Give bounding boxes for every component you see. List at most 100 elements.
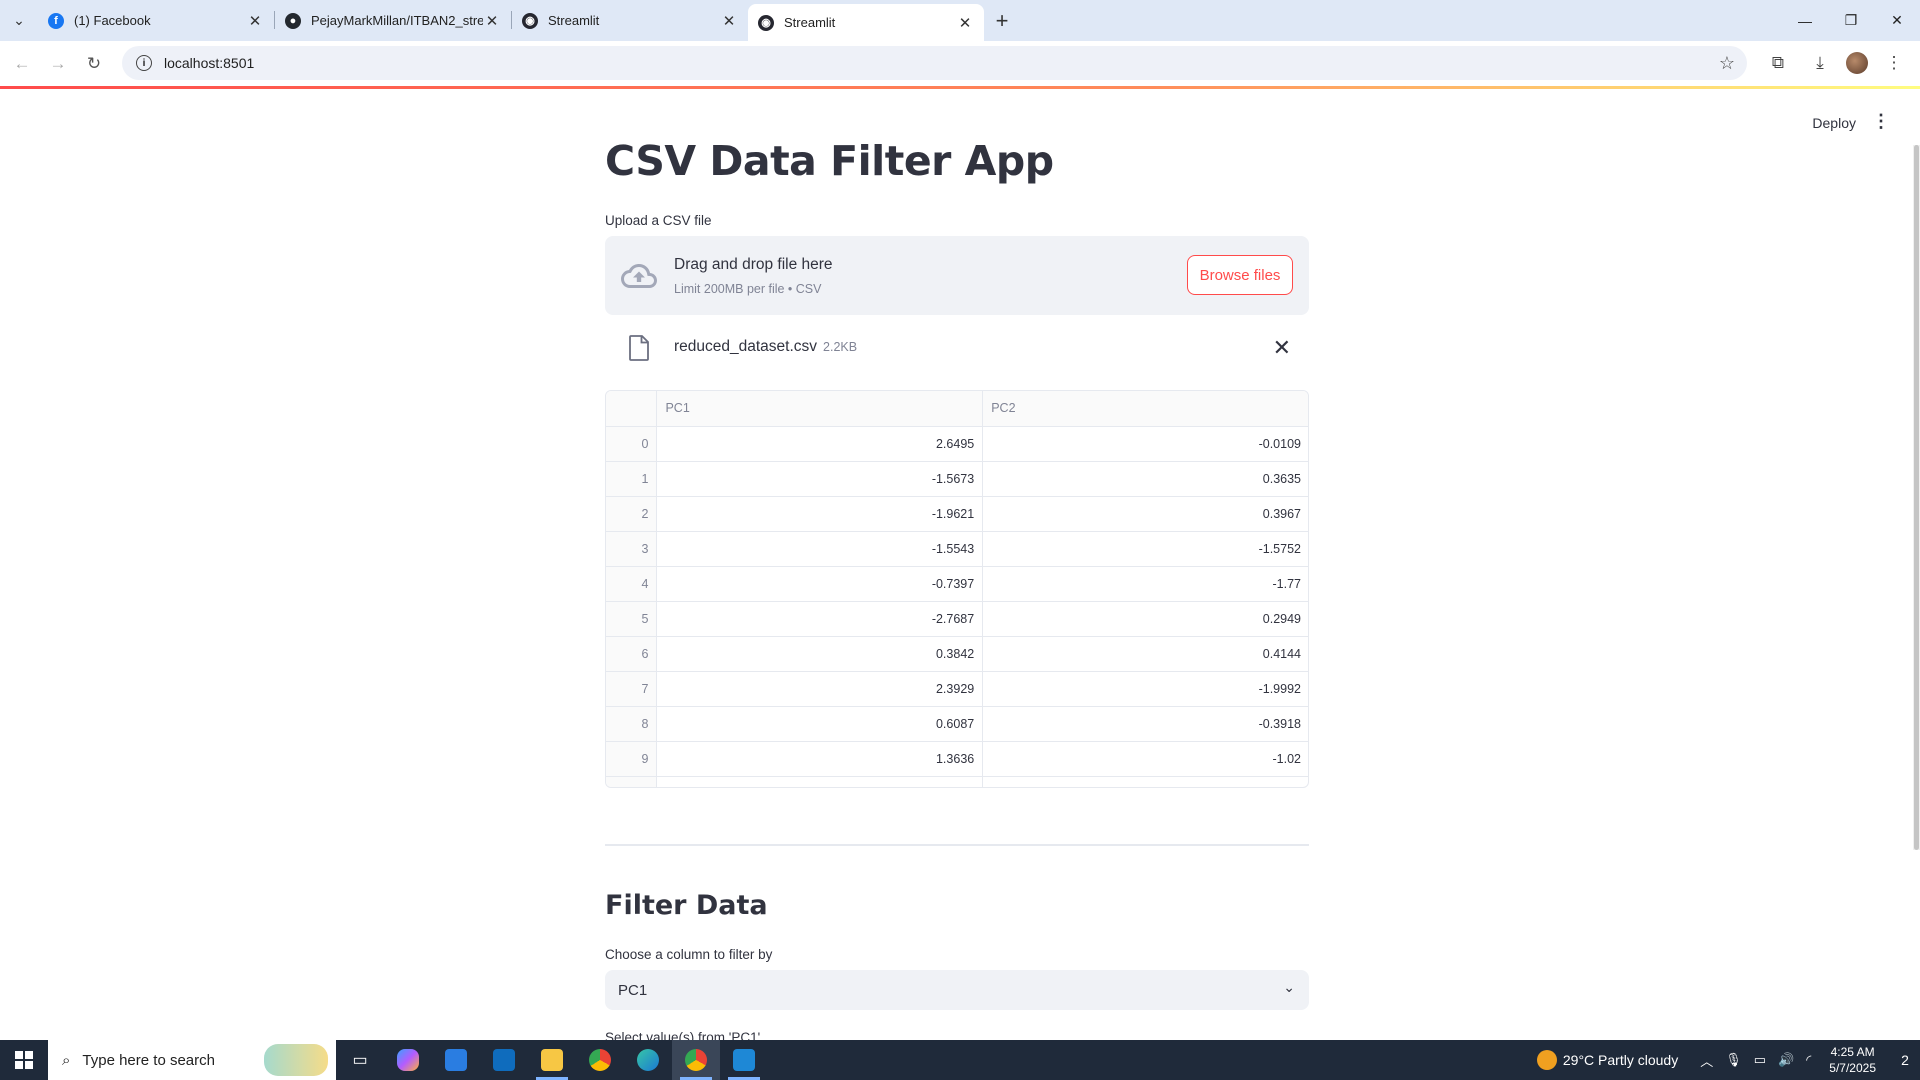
uploaded-file-row: reduced_dataset.csv 2.2KB ✕: [605, 323, 1309, 373]
cell-pc2[interactable]: -1.02: [982, 741, 1308, 777]
cell-pc2[interactable]: -0.0109: [982, 426, 1308, 462]
bookmark-star-icon[interactable]: ☆: [1719, 53, 1735, 74]
remove-file-icon[interactable]: ✕: [1273, 335, 1291, 361]
main-content: CSV Data Filter App Upload a CSV file Dr…: [605, 89, 1309, 1045]
table-row-partial: [606, 776, 1308, 787]
site-info-icon[interactable]: i: [136, 55, 152, 71]
edge-icon[interactable]: [624, 1040, 672, 1080]
streamlit-icon: ◉: [758, 14, 774, 31]
notification-center-icon[interactable]: 2: [1890, 1040, 1920, 1080]
cell-pc1[interactable]: -0.7397: [656, 566, 984, 602]
tab-title: (1) Facebook: [74, 13, 151, 28]
cell-pc2[interactable]: 0.3635: [982, 461, 1308, 497]
chevron-up-icon[interactable]: ︿: [1700, 1051, 1713, 1070]
cell-pc1[interactable]: [656, 776, 984, 787]
extensions-puzzle-icon[interactable]: ⧉: [1762, 45, 1794, 81]
battery-icon[interactable]: ▭: [1754, 1052, 1766, 1068]
task-view-icon[interactable]: ▭: [336, 1040, 384, 1080]
cell-pc2[interactable]: 0.3967: [982, 496, 1308, 532]
close-window-icon[interactable]: ✕: [1874, 0, 1920, 41]
forward-arrow-icon[interactable]: →: [40, 46, 76, 82]
download-icon[interactable]: ⤓: [1804, 45, 1836, 81]
column-select[interactable]: PC1 ⌄: [605, 970, 1309, 1010]
back-arrow-icon[interactable]: ←: [4, 46, 40, 82]
microphone-icon[interactable]: 🎙: [1725, 1052, 1742, 1068]
cell-pc1[interactable]: 0.3842: [656, 636, 984, 672]
cell-pc1[interactable]: -1.5543: [656, 531, 984, 567]
copilot-icon[interactable]: [384, 1040, 432, 1080]
cell-pc1[interactable]: 2.6495: [656, 426, 984, 462]
weather-widget[interactable]: 29°C Partly cloudy: [1536, 1050, 1678, 1070]
taskbar-clock[interactable]: 4:25 AM 5/7/2025: [1829, 1044, 1876, 1076]
close-tab-icon[interactable]: ✕: [483, 12, 501, 30]
tab-search-chevron-icon[interactable]: ⌄: [0, 0, 38, 41]
close-tab-icon[interactable]: ✕: [956, 14, 974, 32]
file-dropzone[interactable]: Drag and drop file here Limit 200MB per …: [605, 236, 1309, 315]
main-menu-icon[interactable]: ⋮: [1872, 111, 1890, 132]
profile-avatar[interactable]: [1846, 52, 1868, 74]
browser-tab-facebook[interactable]: f (1) Facebook ✕: [38, 4, 274, 37]
data-table: PC1 PC2 0 2.6495 -0.0109 1 -1.5673 0.3635 2-…: [606, 391, 1308, 787]
volume-icon[interactable]: 🔊: [1778, 1052, 1794, 1068]
table-row: 1 -1.5673 0.3635: [606, 461, 1308, 497]
row-index: 3: [606, 531, 658, 567]
github-icon: ●: [285, 12, 301, 29]
browse-files-button[interactable]: Browse files: [1187, 255, 1293, 295]
cell-pc2[interactable]: -1.77: [982, 566, 1308, 602]
browser-toolbar: ← → ↻ i localhost:8501 ☆ ⧉ ⤓ ⋮: [0, 41, 1920, 86]
wifi-icon[interactable]: ◜: [1806, 1052, 1811, 1068]
cell-pc2[interactable]: -1.5752: [982, 531, 1308, 567]
scrollbar-thumb[interactable]: [1914, 145, 1919, 850]
row-index: 7: [606, 671, 658, 707]
browser-tab-github[interactable]: ● PejayMarkMillan/ITBAN2_strea ✕: [275, 4, 511, 37]
row-index: 0: [606, 426, 658, 462]
chrome-profile-icon[interactable]: [672, 1040, 720, 1080]
file-explorer-icon[interactable]: [528, 1040, 576, 1080]
table-row: 6 0.3842 0.4144: [606, 636, 1308, 672]
column-header-pc2[interactable]: PC2: [982, 391, 1308, 427]
url-text: localhost:8501: [164, 55, 255, 71]
cell-pc1[interactable]: 1.3636: [656, 741, 984, 777]
cell-pc2[interactable]: 0.2949: [982, 601, 1308, 637]
column-select-value: PC1: [618, 981, 648, 999]
windows-start-icon[interactable]: [0, 1040, 48, 1080]
address-bar[interactable]: i localhost:8501 ☆: [122, 46, 1747, 80]
file-size: 2.2KB: [823, 340, 858, 354]
restore-icon[interactable]: ❐: [1828, 0, 1874, 41]
outlook-icon[interactable]: [480, 1040, 528, 1080]
cell-pc1[interactable]: -2.7687: [656, 601, 984, 637]
browser-tab-streamlit-active[interactable]: ◉ Streamlit ✕: [748, 4, 984, 41]
column-header-pc1[interactable]: PC1: [656, 391, 984, 427]
file-name: reduced_dataset.csv 2.2KB: [674, 338, 857, 356]
row-index: 2: [606, 496, 658, 532]
cell-pc1[interactable]: -1.9621: [656, 496, 984, 532]
row-index: 1: [606, 461, 658, 497]
cell-pc2[interactable]: [982, 776, 1308, 787]
window-controls: — ❐ ✕: [1782, 0, 1920, 41]
cell-pc2[interactable]: 0.4144: [982, 636, 1308, 672]
dataframe[interactable]: PC1 PC2 0 2.6495 -0.0109 1 -1.5673 0.3635 2-…: [605, 390, 1309, 788]
cell-pc2[interactable]: -0.3918: [982, 706, 1308, 742]
new-tab-plus-icon[interactable]: +: [984, 0, 1020, 41]
vscode-icon[interactable]: [720, 1040, 768, 1080]
dropzone-subtitle: Limit 200MB per file • CSV: [674, 282, 822, 296]
table-row: 2 -1.9621 0.3967: [606, 496, 1308, 532]
deploy-button[interactable]: Deploy: [1812, 115, 1856, 131]
cell-pc1[interactable]: -1.5673: [656, 461, 984, 497]
close-tab-icon[interactable]: ✕: [720, 12, 738, 30]
reload-icon[interactable]: ↻: [76, 46, 112, 82]
notification-count: 2: [1901, 1052, 1909, 1068]
taskbar-search[interactable]: ⌕ Type here to search: [48, 1040, 336, 1080]
microsoft-store-icon[interactable]: [432, 1040, 480, 1080]
search-placeholder: Type here to search: [82, 1051, 215, 1069]
cell-pc1[interactable]: 2.3929: [656, 671, 984, 707]
cell-pc1[interactable]: 0.6087: [656, 706, 984, 742]
browser-tab-streamlit[interactable]: ◉ Streamlit ✕: [512, 4, 748, 37]
minimize-icon[interactable]: —: [1782, 0, 1828, 41]
browser-menu-icon[interactable]: ⋮: [1878, 45, 1910, 81]
search-highlight-image: [264, 1044, 328, 1076]
cell-pc2[interactable]: -1.9992: [982, 671, 1308, 707]
tab-title: Streamlit: [784, 15, 836, 30]
close-tab-icon[interactable]: ✕: [246, 12, 264, 30]
chrome-icon[interactable]: [576, 1040, 624, 1080]
